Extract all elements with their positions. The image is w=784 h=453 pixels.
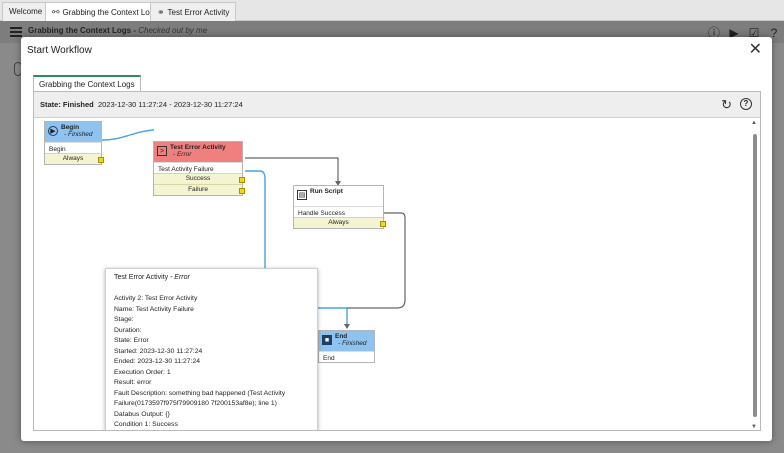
tooltip-title: Test Error Activity - Error [114, 274, 190, 281]
port-handle[interactable] [98, 157, 104, 163]
help-icon[interactable]: ? [740, 98, 752, 110]
workflow-icon: ⚯ [52, 7, 60, 17]
tooltip-row: Condition 2: Failure [114, 431, 309, 432]
workflow-panel: State: Finished 2023-12-30 11:27:24 - 20… [33, 91, 761, 431]
tooltip-row: Failure(0173597f975f79909180 7f200153af8… [114, 400, 277, 407]
dialog-title: Start Workflow [27, 45, 92, 56]
tab-label: Welcome [9, 7, 43, 16]
port-handle[interactable] [380, 221, 386, 227]
node-state: - Finished [338, 340, 367, 347]
state-text: State: Finished 2023-12-30 11:27:24 - 20… [40, 100, 243, 109]
tab-workflow[interactable]: Grabbing the Context Logs [33, 75, 141, 92]
scroll-down-icon[interactable]: ▼ [751, 424, 757, 430]
node-body: Test Activity Failure [154, 162, 242, 173]
port-label: Always [328, 219, 349, 226]
node-body: Begin [45, 142, 101, 153]
node-state: - Error [173, 151, 192, 158]
arrow-head [344, 324, 350, 329]
refresh-icon[interactable]: ↻ [721, 97, 732, 113]
script-icon: ▤ [297, 190, 307, 200]
checkout-status: Checked out by me [138, 26, 208, 35]
tooltip-row: Started: 2023-12-30 11:27:24 [114, 347, 203, 355]
link-icon: ⚭ [157, 7, 165, 17]
tooltip-details: Activity 2: Test Error Activity Name: Tes… [114, 294, 309, 432]
node-header: > Test Error Activity - Error [154, 142, 242, 162]
tooltip-row: Name: Test Activity Failure [114, 305, 194, 313]
tooltip-row: State: Error [114, 337, 149, 344]
port-success[interactable]: Success [154, 173, 245, 184]
tab-welcome[interactable]: Welcome [2, 2, 50, 21]
tooltip-row: Activity 2: Test Error Activity [114, 295, 198, 302]
tooltip-row: Condition 1: Success [114, 421, 178, 428]
port-handle[interactable] [239, 188, 245, 194]
tab-label: Test Error Activity [167, 8, 230, 17]
scroll-thumb[interactable] [753, 134, 757, 417]
port-always[interactable]: Always [45, 153, 104, 164]
play-icon: ▶ [48, 126, 58, 136]
node-name: Begin [61, 124, 80, 131]
node-state: - Finished [64, 131, 93, 138]
script-icon: > [157, 146, 167, 156]
node-body: Handle Success [294, 206, 383, 217]
tab-label: Grabbing the Context Logs [62, 8, 159, 17]
tooltip-row: Stage: [114, 316, 134, 323]
node-name: End [335, 333, 348, 340]
node-header: ▶ Begin - Finished [45, 122, 101, 142]
node-body: End [319, 351, 374, 362]
state-time: 2023-12-30 11:27:24 - 2023-12-30 11:27:2… [97, 100, 243, 109]
tooltip-row: Result: error [114, 379, 152, 386]
menu-icon[interactable] [10, 27, 22, 37]
node-test-error-activity[interactable]: > Test Error Activity - Error Test Activ… [153, 141, 245, 196]
port-always[interactable]: Always [294, 217, 386, 228]
tooltip-row: Fault Description: something bad happene… [114, 389, 286, 397]
node-run-script[interactable]: ▤ Run Script Handle Success Always [293, 185, 386, 229]
stop-icon: ■ [322, 335, 332, 345]
port-label: Failure [188, 186, 208, 193]
connector-begin-to-error [101, 129, 155, 141]
state-label: State: Finished [40, 100, 94, 109]
vertical-scrollbar[interactable]: ▲ ▼ [751, 120, 758, 430]
app-title: Grabbing the Context Logs - Checked out … [28, 26, 208, 35]
node-begin[interactable]: ▶ Begin - Finished Begin Always [44, 121, 104, 165]
tooltip-row: Ended: 2023-12-30 11:27:24 [114, 358, 201, 365]
node-end[interactable]: ■ End - Finished End [318, 330, 375, 363]
node-header: ■ End - Finished [319, 331, 374, 351]
node-header: ▤ Run Script [294, 186, 383, 206]
tab-bar: Welcome ⚯ Grabbing the Context Logs ⚭ Test… [0, 0, 784, 21]
node-name: Run Script [310, 188, 343, 195]
port-label: Success [185, 175, 211, 182]
port-handle[interactable] [239, 177, 245, 183]
connector-success-to-script [245, 157, 339, 181]
close-icon[interactable]: ✕ [749, 42, 762, 58]
tab-grabbing-context-logs[interactable]: ⚯ Grabbing the Context Logs [45, 2, 166, 21]
tooltip-row: Duration: [114, 326, 142, 334]
state-bar: State: Finished 2023-12-30 11:27:24 - 20… [34, 92, 760, 118]
scroll-up-icon[interactable]: ▲ [751, 120, 757, 126]
tab-test-error-activity[interactable]: ⚭ Test Error Activity [150, 2, 237, 21]
tooltip-title-state: - Error [170, 274, 190, 281]
tooltip-row: Execution Order: 1 [114, 368, 171, 376]
start-workflow-dialog: Start Workflow ✕ Grabbing the Context Lo… [21, 37, 772, 441]
tooltip-row: Databus Output: {} [114, 410, 170, 418]
node-name: Test Error Activity [170, 144, 226, 151]
port-failure[interactable]: Failure [154, 184, 245, 195]
port-label: Always [62, 155, 84, 162]
activity-tooltip: Test Error Activity - Error Activity 2: … [105, 268, 318, 432]
